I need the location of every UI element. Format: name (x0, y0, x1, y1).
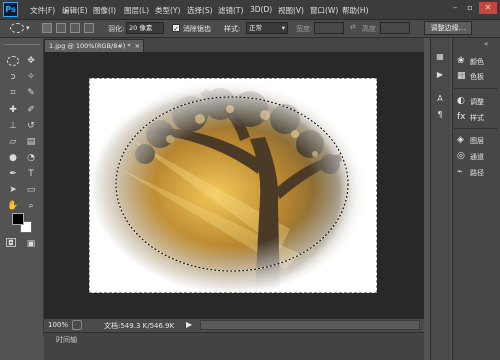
crop-tool-icon[interactable]: ⌗ (6, 86, 20, 100)
timeline-label[interactable]: 时间轴 (56, 335, 77, 345)
antialias-checkbox[interactable]: ✓ (172, 24, 180, 33)
antialias-label: 消除锯齿 (183, 25, 211, 33)
path-selection-tool-icon[interactable]: ➤ (6, 183, 20, 197)
collapse-panels-icon[interactable]: « (484, 40, 488, 48)
type-tool-icon[interactable]: T (24, 167, 38, 181)
refine-edge-button[interactable]: 调整边缘... (424, 21, 472, 35)
panel-divider (454, 128, 498, 129)
foreground-color-front (12, 213, 24, 225)
paragraph-panel-icon[interactable]: ¶ (433, 108, 447, 122)
menu-file[interactable]: 文件(F) (30, 5, 55, 16)
history-panel-icon[interactable]: ▦ (433, 50, 447, 64)
style-label: 样式: (224, 25, 241, 33)
horizontal-scrollbar[interactable] (200, 320, 420, 330)
paths-panel-tab[interactable]: 路径 (470, 168, 484, 178)
screen-mode-icon[interactable]: ▣ (24, 237, 38, 251)
minimize-icon[interactable]: – (448, 2, 462, 14)
channels-panel-tab[interactable]: 通道 (470, 152, 484, 162)
layers-panel-icon[interactable]: ◈ (457, 135, 467, 145)
lasso-tool-icon[interactable]: ↄ (6, 70, 20, 84)
character-panel-icon[interactable]: A (433, 92, 447, 106)
width-label: 宽度: (296, 25, 313, 33)
status-menu-arrow-icon[interactable]: ▶ (186, 320, 192, 329)
menu-view[interactable]: 视图(V) (278, 5, 304, 16)
tab-close-icon[interactable]: × (135, 42, 140, 50)
gradient-tool-icon[interactable]: ▤ (24, 135, 38, 149)
elliptical-marquee-icon[interactable] (10, 23, 24, 33)
feather-input[interactable]: 20 像素 (126, 22, 164, 34)
close-icon[interactable]: ✕ (479, 2, 497, 14)
menu-3d[interactable]: 3D(D) (250, 5, 272, 14)
image-content (90, 79, 376, 292)
dodge-tool-icon[interactable]: ◔ (24, 151, 38, 165)
history-brush-tool-icon[interactable]: ↺ (24, 119, 38, 133)
chevron-down-icon[interactable]: ▾ (26, 24, 30, 32)
eraser-tool-icon[interactable]: ▱ (6, 135, 20, 149)
color-panel-icon[interactable]: ❀ (457, 56, 467, 66)
document-tab-title: 1.jpg @ 100%(RGB/8#) * (49, 42, 131, 50)
chevron-down-icon: ▾ (281, 24, 285, 32)
panel-divider (454, 88, 498, 89)
new-selection-icon[interactable] (42, 23, 52, 33)
timeline-panel (44, 332, 424, 360)
color-panel-tab[interactable]: 颜色 (470, 57, 484, 67)
adjustments-panel-icon[interactable]: ◐ (457, 96, 467, 106)
move-tool-icon[interactable]: ✥ (24, 54, 38, 68)
width-input (314, 22, 344, 34)
style-select[interactable]: 正常 ▾ (246, 22, 288, 34)
style-value: 正常 (249, 24, 262, 32)
magic-wand-tool-icon[interactable]: ✧ (24, 70, 38, 84)
panels-dock (452, 38, 500, 360)
toolbar-grip (4, 44, 40, 46)
menu-window[interactable]: 窗口(W) (310, 5, 338, 16)
panel-icon-strip (430, 38, 450, 360)
document-image[interactable] (89, 78, 377, 293)
styles-panel-icon[interactable]: fx (457, 112, 467, 122)
app-logo: Ps (3, 2, 18, 17)
quick-mask-icon[interactable]: ◘ (6, 238, 16, 247)
menu-filter[interactable]: 滤镜(T) (218, 5, 243, 16)
healing-brush-tool-icon[interactable]: ✚ (6, 103, 20, 117)
adjustments-panel-tab[interactable]: 调整 (470, 97, 484, 107)
menu-help[interactable]: 帮助(H) (342, 5, 369, 16)
layers-panel-tab[interactable]: 图层 (470, 136, 484, 146)
height-input (380, 22, 410, 34)
styles-panel-tab[interactable]: 样式 (470, 113, 484, 123)
add-selection-icon[interactable] (56, 23, 66, 33)
swap-icon: ⇄ (350, 23, 356, 31)
zoom-tool-icon[interactable]: ⌕ (24, 199, 38, 213)
clone-stamp-tool-icon[interactable]: ⊥ (6, 119, 20, 133)
actions-panel-icon[interactable]: ▶ (433, 68, 447, 82)
brush-tool-icon[interactable]: ✐ (24, 103, 38, 117)
menu-type[interactable]: 类型(Y) (155, 5, 180, 16)
menu-layer[interactable]: 图层(L) (124, 5, 149, 16)
blur-tool-icon[interactable]: ● (6, 151, 20, 165)
eyedropper-tool-icon[interactable]: ✎ (24, 86, 38, 100)
paths-panel-icon[interactable]: ⌁ (457, 167, 467, 177)
intersect-selection-icon[interactable] (84, 23, 94, 33)
hand-tool-icon[interactable]: ✋ (6, 199, 20, 213)
document-tab[interactable]: 1.jpg @ 100%(RGB/8#) * × (44, 39, 144, 52)
maximize-icon[interactable]: ▫ (463, 2, 477, 14)
swatches-panel-icon[interactable]: ▦ (457, 71, 467, 81)
feather-label: 羽化: (108, 25, 125, 33)
channels-panel-icon[interactable]: ◎ (457, 151, 467, 161)
height-label: 高度: (362, 25, 379, 33)
status-share-icon[interactable] (72, 320, 82, 330)
elliptical-marquee-tool-icon[interactable] (7, 56, 19, 66)
document-info: 文档:549.3 K/546.9K (104, 322, 175, 330)
menu-edit[interactable]: 编辑(E) (62, 5, 88, 16)
zoom-level[interactable]: 100% (48, 321, 68, 329)
pen-tool-icon[interactable]: ✒ (6, 167, 20, 181)
menu-image[interactable]: 图像(I) (93, 5, 116, 16)
swatches-panel-tab[interactable]: 色板 (470, 72, 484, 82)
rectangle-tool-icon[interactable]: ▭ (24, 183, 38, 197)
subtract-selection-icon[interactable] (70, 23, 80, 33)
menu-select[interactable]: 选择(S) (187, 5, 213, 16)
